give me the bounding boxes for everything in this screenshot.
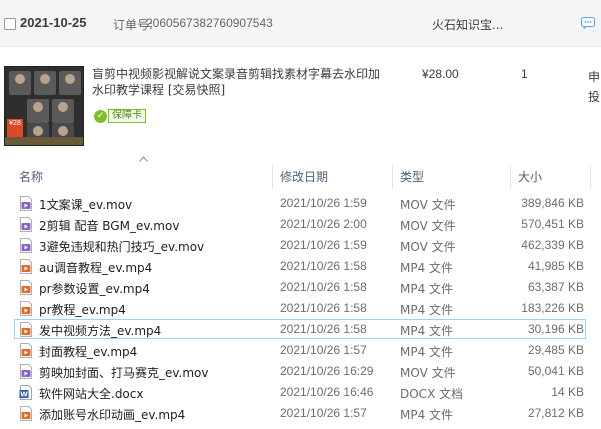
file-row[interactable]: W 软件网站大全.docx 2021/10/26 16:46 DOCX 文档 1…	[0, 382, 601, 403]
mp4-video-file-icon	[19, 322, 33, 337]
file-type: MP4 文件	[400, 261, 454, 275]
column-header-type[interactable]: 类型	[400, 168, 424, 186]
refund-link[interactable]: 申投	[588, 67, 601, 107]
file-name[interactable]: 软件网站大全.docx	[39, 385, 143, 402]
file-modified-date: 2021/10/26 1:58	[280, 301, 367, 315]
file-modified-date: 2021/10/26 1:57	[280, 343, 367, 357]
file-type: MP4 文件	[400, 324, 454, 338]
file-row[interactable]: 添加账号水印动画_ev.mp4 2021/10/26 1:57 MP4 文件 2…	[0, 403, 601, 424]
order-item: ¥28 盲剪中视频影视解说文案录音剪辑找素材字幕去水印加水印教学课程 [交易快照…	[0, 47, 601, 146]
file-size: 50,041 KB	[527, 364, 584, 378]
file-modified-date: 2021/10/26 1:58	[280, 259, 367, 273]
file-explorer: 名称 修改日期 类型 大小 1文案课_ev.mov 2021/10/26 1:5…	[0, 152, 601, 429]
order-header: 2021-10-25 订单号: 2060567382760907543 火石知识…	[0, 0, 601, 47]
item-price: ¥28.00	[422, 67, 459, 81]
mp4-video-file-icon	[19, 259, 33, 274]
word-document-icon: W	[19, 385, 33, 400]
mov-video-file-icon	[19, 238, 33, 253]
mov-video-file-icon	[19, 217, 33, 232]
file-name[interactable]: 1文案课_ev.mov	[39, 196, 132, 213]
file-name[interactable]: 2剪辑 配音 BGM_ev.mov	[39, 217, 179, 234]
guarantee-icon: ✓	[94, 109, 107, 123]
file-modified-date: 2021/10/26 1:57	[280, 406, 367, 420]
file-row[interactable]: 3避免违规和热门技巧_ev.mov 2021/10/26 1:59 MOV 文件…	[0, 235, 601, 256]
file-type: MP4 文件	[400, 282, 454, 296]
file-modified-date: 2021/10/26 1:58	[280, 280, 367, 294]
file-list: 1文案课_ev.mov 2021/10/26 1:59 MOV 文件 389,8…	[0, 193, 601, 424]
guarantee-badge[interactable]: ✓ 保障卡	[94, 108, 146, 124]
file-modified-date: 2021/10/26 1:59	[280, 196, 367, 210]
product-thumbnail[interactable]: ¥28	[4, 66, 84, 146]
file-size: 29,485 KB	[527, 343, 584, 357]
file-modified-date: 2021/10/26 16:29	[280, 364, 374, 378]
file-size: 183,226 KB	[521, 301, 584, 315]
file-size: 30,196 KB	[527, 322, 584, 336]
file-type: MP4 文件	[400, 408, 454, 422]
item-quantity: 1	[521, 67, 528, 81]
order-date: 2021-10-25	[20, 15, 87, 30]
file-type: MP4 文件	[400, 345, 454, 359]
mov-video-file-icon	[19, 364, 33, 379]
file-name[interactable]: pr参数设置_ev.mp4	[39, 280, 150, 297]
file-size: 63,387 KB	[527, 280, 584, 294]
file-type: DOCX 文档	[400, 387, 464, 401]
file-row[interactable]: pr教程_ev.mp4 2021/10/26 1:58 MP4 文件 183,2…	[0, 298, 601, 319]
guarantee-label: 保障卡	[108, 109, 146, 123]
svg-text:W: W	[20, 391, 28, 399]
file-name[interactable]: pr教程_ev.mp4	[39, 301, 126, 318]
file-modified-date: 2021/10/26 2:00	[280, 217, 367, 231]
file-row[interactable]: 2剪辑 配音 BGM_ev.mov 2021/10/26 2:00 MOV 文件…	[0, 214, 601, 235]
order-number: 2060567382760907543	[146, 16, 273, 30]
file-size: 14 KB	[551, 385, 584, 399]
column-header-name[interactable]: 名称	[19, 168, 43, 186]
file-name[interactable]: 剪映加封面、打马赛克_ev.mov	[39, 364, 209, 381]
file-name[interactable]: 3避免违规和热门技巧_ev.mov	[39, 238, 204, 255]
file-size: 570,451 KB	[521, 217, 584, 231]
column-header-row: 名称 修改日期 类型 大小	[0, 165, 601, 189]
file-size: 389,846 KB	[521, 196, 584, 210]
file-size: 41,985 KB	[527, 259, 584, 273]
file-row[interactable]: 封面教程_ev.mp4 2021/10/26 1:57 MP4 文件 29,48…	[0, 340, 601, 361]
mp4-video-file-icon	[19, 406, 33, 421]
product-title-link[interactable]: 盲剪中视频影视解说文案录音剪辑找素材字幕去水印加水印教学课程 [交易快照]	[92, 66, 390, 98]
file-row[interactable]: 发中视频方法_ev.mp4 2021/10/26 1:58 MP4 文件 30,…	[0, 319, 601, 340]
file-name[interactable]: 发中视频方法_ev.mp4	[39, 322, 161, 339]
file-modified-date: 2021/10/26 1:58	[280, 322, 367, 336]
file-type: MOV 文件	[400, 219, 456, 233]
file-row[interactable]: pr参数设置_ev.mp4 2021/10/26 1:58 MP4 文件 63,…	[0, 277, 601, 298]
file-row[interactable]: 1文案课_ev.mov 2021/10/26 1:59 MOV 文件 389,8…	[0, 193, 601, 214]
file-size: 27,812 KB	[527, 406, 584, 420]
file-row[interactable]: 剪映加封面、打马赛克_ev.mov 2021/10/26 16:29 MOV 文…	[0, 361, 601, 382]
column-header-size[interactable]: 大小	[518, 168, 542, 186]
file-type: MOV 文件	[400, 366, 456, 380]
file-type: MOV 文件	[400, 240, 456, 254]
file-type: MOV 文件	[400, 198, 456, 212]
file-type: MP4 文件	[400, 303, 454, 317]
file-modified-date: 2021/10/26 16:46	[280, 385, 374, 399]
file-row[interactable]: au调音教程_ev.mp4 2021/10/26 1:58 MP4 文件 41,…	[0, 256, 601, 277]
chat-icon[interactable]	[581, 17, 595, 29]
sort-ascending-icon	[139, 156, 148, 162]
shop-name-link[interactable]: 火石知识宝...	[432, 16, 510, 33]
mp4-video-file-icon	[19, 301, 33, 316]
file-size: 462,339 KB	[521, 238, 584, 252]
mov-video-file-icon	[19, 196, 33, 211]
column-header-date[interactable]: 修改日期	[280, 168, 328, 186]
mp4-video-file-icon	[19, 343, 33, 358]
file-name[interactable]: au调音教程_ev.mp4	[39, 259, 152, 276]
mp4-video-file-icon	[19, 280, 33, 295]
file-name[interactable]: 添加账号水印动画_ev.mp4	[39, 406, 185, 423]
file-name[interactable]: 封面教程_ev.mp4	[39, 343, 137, 360]
file-modified-date: 2021/10/26 1:59	[280, 238, 367, 252]
order-select-checkbox[interactable]	[4, 18, 16, 30]
